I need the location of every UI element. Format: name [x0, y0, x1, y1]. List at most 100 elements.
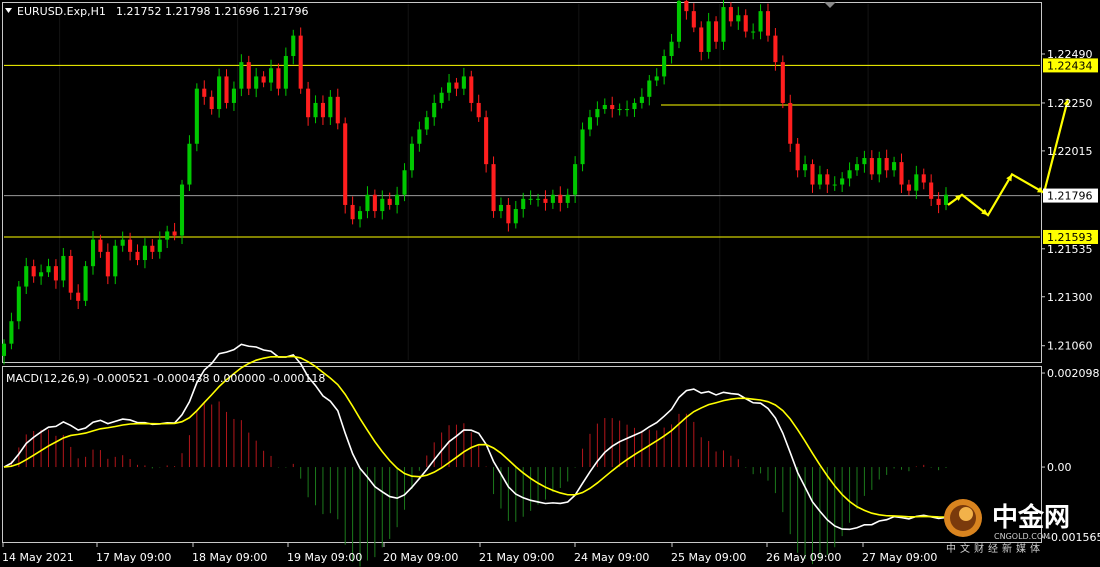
candle-body — [914, 174, 919, 191]
macd-tick-label: 0.002098 — [1047, 367, 1100, 380]
candle-body — [46, 266, 51, 273]
chart-ohlc-label: 1.21752 1.21798 1.21696 1.21796 — [116, 5, 308, 18]
candle-body — [239, 62, 244, 89]
candle-body — [357, 211, 363, 220]
candle-body — [98, 239, 103, 252]
candle-body — [380, 198, 385, 212]
candle-body — [476, 102, 481, 118]
candle-body — [676, 0, 682, 42]
time-tick-label: 27 May 09:00 — [862, 551, 937, 564]
candle-body — [409, 143, 414, 171]
forex-chart[interactable]: 1.224341.215931.217961.224901.222501.220… — [0, 0, 1100, 567]
candle-body — [832, 184, 837, 186]
candle-body — [543, 198, 548, 203]
candle-body — [847, 170, 852, 179]
candle-body — [906, 184, 911, 191]
candle-body — [699, 27, 704, 52]
time-tick-label: 24 May 09:00 — [574, 551, 649, 564]
candle-body — [461, 76, 466, 89]
candle-body — [187, 143, 192, 185]
candle-body — [647, 80, 652, 97]
candle-body — [573, 164, 578, 195]
candle-body — [76, 292, 81, 301]
time-tick-label: 26 May 09:00 — [766, 551, 841, 564]
candle-body — [313, 102, 318, 118]
candle-body — [884, 158, 889, 171]
candle-body — [625, 109, 630, 111]
candle-body — [595, 109, 600, 118]
candle-body — [736, 15, 741, 22]
price-tick-label: 1.21535 — [1047, 243, 1093, 256]
level-price-label: 1.22434 — [1047, 59, 1093, 72]
candle-body — [899, 162, 904, 185]
candle-body — [135, 251, 140, 261]
candle-body — [224, 76, 229, 103]
candle-body — [773, 35, 778, 63]
macd-tick-label: -0.001565 — [1047, 531, 1100, 544]
watermark-latin: CNGOLD.COM — [994, 532, 1050, 541]
price-tick-label: 1.21300 — [1047, 291, 1093, 304]
candle-body — [424, 117, 429, 130]
candle-body — [283, 56, 288, 89]
candle-body — [943, 194, 949, 205]
candle-body — [217, 76, 222, 110]
price-tick-label: 1.22015 — [1047, 145, 1093, 158]
candle-body — [610, 104, 615, 110]
candle-body — [587, 117, 593, 130]
candle-body — [669, 41, 674, 57]
candle-body — [825, 174, 830, 185]
candle-body — [810, 164, 815, 185]
candle-body — [24, 266, 29, 287]
candle-body — [817, 174, 822, 185]
candle-body — [558, 194, 563, 203]
candle-body — [372, 194, 377, 212]
candle-body — [513, 209, 518, 224]
candle-body — [506, 204, 511, 224]
candle-body — [432, 102, 437, 118]
candle-body — [105, 251, 110, 277]
candle-body — [936, 198, 941, 205]
candle-body — [803, 164, 808, 171]
candle-body — [120, 239, 125, 246]
candle-body — [439, 92, 444, 103]
candle-body — [231, 88, 236, 103]
candle-body — [691, 11, 696, 28]
candle-body — [209, 96, 214, 110]
candle-body — [728, 7, 733, 22]
candle-body — [291, 35, 296, 57]
candle-body — [491, 164, 496, 212]
time-tick-label: 25 May 09:00 — [671, 551, 746, 564]
chart-background — [0, 0, 1100, 567]
candle-body — [254, 76, 259, 89]
macd-tick-label: 0.00 — [1047, 461, 1072, 474]
candle-body — [536, 198, 541, 200]
current-price-label: 1.21796 — [1047, 190, 1093, 203]
candle-body — [662, 56, 667, 77]
candle-body — [580, 129, 585, 165]
candle-body — [1, 343, 7, 356]
candle-body — [328, 96, 333, 118]
watermark-tagline: 中文财经新媒体 — [946, 542, 1044, 555]
watermark-name: 中金网 — [992, 502, 1070, 533]
candle-body — [454, 82, 459, 89]
time-tick-label: 14 May 2021 — [2, 551, 74, 564]
candle-body — [113, 245, 118, 277]
time-tick-label: 17 May 09:00 — [96, 551, 171, 564]
candle-body — [68, 255, 73, 293]
candle-body — [194, 88, 199, 144]
candle-body — [446, 82, 452, 93]
candle-body — [365, 194, 370, 212]
candle-body — [395, 194, 400, 205]
candle-body — [484, 117, 489, 165]
candle-body — [528, 198, 533, 200]
candle-body — [90, 239, 96, 267]
candle-body — [165, 231, 170, 240]
time-tick-label: 21 May 09:00 — [479, 551, 554, 564]
candle-body — [469, 76, 474, 103]
price-tick-label: 1.21060 — [1047, 340, 1093, 353]
candle-body — [246, 62, 251, 89]
price-tick-label: 1.22490 — [1047, 48, 1093, 61]
time-tick-label: 18 May 09:00 — [192, 551, 267, 564]
candle-body — [31, 266, 36, 277]
candle-body — [16, 286, 21, 322]
